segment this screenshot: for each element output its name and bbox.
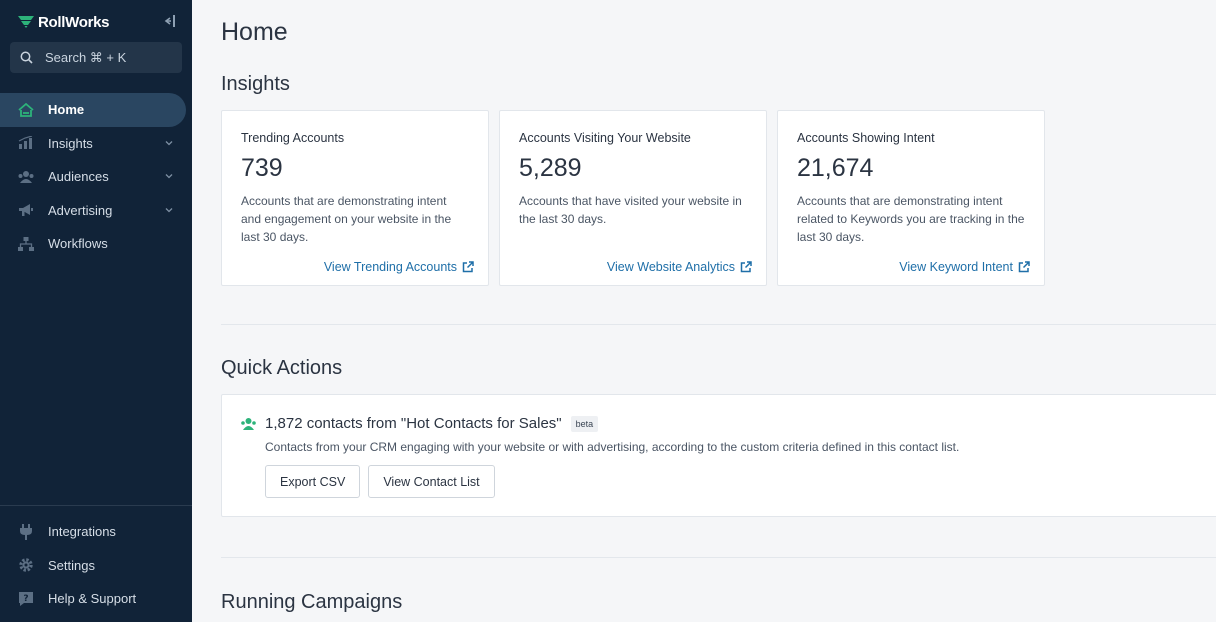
card-value: 21,674 bbox=[797, 154, 874, 182]
workflows-icon bbox=[18, 236, 34, 252]
logo-text: RollWorks bbox=[38, 13, 110, 31]
sidebar-item-advertising[interactable]: Advertising bbox=[0, 194, 192, 228]
quick-action-header: 1,872 contacts from "Hot Contacts for Sa… bbox=[241, 415, 599, 432]
bottom-nav: Integrations Settings ? Help & Support bbox=[0, 515, 192, 616]
sidebar-item-label: Integrations bbox=[48, 524, 116, 540]
sidebar-item-label: Home bbox=[48, 102, 85, 118]
sidebar-item-audiences[interactable]: Audiences bbox=[0, 160, 192, 194]
running-campaigns-section-title: Running Campaigns bbox=[221, 591, 403, 613]
sidebar-item-help[interactable]: ? Help & Support bbox=[0, 582, 192, 616]
chevron-down-icon bbox=[165, 207, 173, 212]
megaphone-icon bbox=[18, 202, 34, 218]
logo[interactable]: RollWorks bbox=[18, 13, 110, 31]
card-description: Accounts that are demonstrating intent a… bbox=[241, 194, 452, 244]
link-label: View Trending Accounts bbox=[323, 260, 457, 274]
beta-badge: beta bbox=[570, 415, 599, 432]
external-link-icon bbox=[740, 261, 752, 273]
sidebar-item-label: Advertising bbox=[48, 202, 113, 218]
view-website-analytics-link[interactable]: View Website Analytics bbox=[607, 260, 752, 274]
main-nav: Home Insights Audiences Advertising Work… bbox=[0, 93, 192, 261]
link-label: View Keyword Intent bbox=[899, 260, 1013, 274]
insights-icon bbox=[18, 135, 34, 151]
sidebar-item-insights[interactable]: Insights bbox=[0, 127, 192, 161]
insights-section-title: Insights bbox=[221, 73, 290, 95]
quick-actions-section-title: Quick Actions bbox=[221, 357, 343, 379]
page-title: Home bbox=[221, 18, 288, 46]
card-value: 5,289 bbox=[519, 154, 582, 182]
chevron-down-icon bbox=[165, 174, 173, 179]
search-input[interactable]: Search ⌘ + K bbox=[10, 42, 182, 73]
plug-icon bbox=[18, 523, 34, 540]
collapse-sidebar-icon[interactable] bbox=[162, 14, 176, 28]
quick-action-buttons: Export CSV View Contact List bbox=[265, 465, 495, 498]
section-divider bbox=[221, 324, 1216, 325]
sidebar-item-integrations[interactable]: Integrations bbox=[0, 515, 192, 549]
home-icon bbox=[18, 102, 34, 118]
view-contact-list-button[interactable]: View Contact List bbox=[368, 465, 495, 498]
quick-action-title: 1,872 contacts from "Hot Contacts for Sa… bbox=[265, 415, 562, 432]
sidebar-item-label: Settings bbox=[48, 557, 95, 573]
card-title: Trending Accounts bbox=[241, 131, 345, 145]
rollworks-logo-icon bbox=[18, 16, 34, 28]
search-icon bbox=[20, 51, 33, 64]
view-keyword-intent-link[interactable]: View Keyword Intent bbox=[899, 260, 1030, 274]
svg-text:?: ? bbox=[23, 594, 28, 604]
export-csv-button[interactable]: Export CSV bbox=[265, 465, 361, 498]
sidebar-item-label: Audiences bbox=[48, 169, 109, 185]
sidebar-item-home[interactable]: Home bbox=[0, 93, 186, 127]
insight-cards: Trending Accounts 739 Accounts that are … bbox=[221, 110, 1045, 286]
insight-card-trending: Trending Accounts 739 Accounts that are … bbox=[221, 110, 489, 286]
main-content: Home Insights Trending Accounts 739 Acco… bbox=[192, 0, 1216, 622]
view-trending-accounts-link[interactable]: View Trending Accounts bbox=[324, 260, 474, 274]
external-link-icon bbox=[462, 261, 474, 273]
sidebar-item-label: Workflows bbox=[48, 236, 108, 252]
help-icon: ? bbox=[18, 591, 34, 607]
quick-action-card: 1,872 contacts from "Hot Contacts for Sa… bbox=[221, 394, 1216, 517]
quick-action-description: Contacts from your CRM engaging with you… bbox=[265, 440, 960, 454]
card-value: 739 bbox=[241, 154, 283, 182]
sidebar-item-settings[interactable]: Settings bbox=[0, 549, 192, 583]
external-link-icon bbox=[1018, 261, 1030, 273]
gear-icon bbox=[18, 557, 34, 573]
card-description: Accounts that are demonstrating intent r… bbox=[797, 194, 1025, 244]
card-title: Accounts Showing Intent bbox=[797, 131, 935, 145]
chevron-down-icon bbox=[165, 140, 173, 145]
sidebar-item-workflows[interactable]: Workflows bbox=[0, 227, 192, 261]
logo-row: RollWorks bbox=[18, 12, 178, 32]
sidebar-item-label: Insights bbox=[48, 135, 93, 151]
audiences-icon bbox=[18, 169, 34, 185]
sidebar-divider bbox=[0, 505, 192, 506]
contacts-icon bbox=[241, 417, 256, 430]
card-title: Accounts Visiting Your Website bbox=[519, 131, 691, 145]
insight-card-intent: Accounts Showing Intent 21,674 Accounts … bbox=[777, 110, 1045, 286]
sidebar-item-label: Help & Support bbox=[48, 591, 137, 607]
section-divider bbox=[221, 557, 1216, 558]
search-placeholder: Search ⌘ + K bbox=[45, 49, 127, 65]
sidebar: RollWorks Search ⌘ + K Home Insights Aud… bbox=[0, 0, 192, 622]
insight-card-website: Accounts Visiting Your Website 5,289 Acc… bbox=[499, 110, 767, 286]
link-label: View Website Analytics bbox=[606, 260, 735, 274]
card-description: Accounts that have visited your website … bbox=[519, 194, 742, 226]
